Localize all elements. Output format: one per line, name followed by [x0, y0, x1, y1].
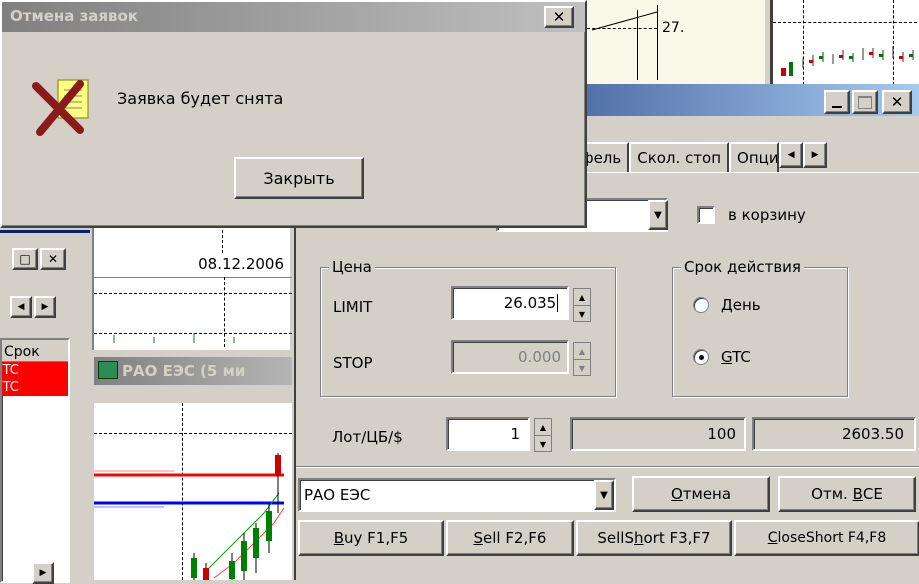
tab-trailing-stop[interactable]: Скол. стоп — [629, 142, 730, 172]
buy-button[interactable]: Buy F1,F5 — [298, 520, 444, 556]
chevron-down-icon: ▼ — [600, 489, 608, 501]
chart-titlebar[interactable]: РАО ЕЭС (5 ми — [94, 357, 292, 385]
close-icon: ✕ — [47, 252, 59, 266]
close-button[interactable]: ✕ — [882, 90, 912, 114]
total-field: 2603.50 — [752, 417, 916, 451]
tab-scroll-right[interactable]: ▶ — [803, 142, 828, 168]
basket-checkbox-label: в корзину — [728, 206, 806, 224]
radio-gtc-label: GTC — [721, 348, 751, 366]
stop-price-spinner[interactable]: ▲ ▼ — [573, 342, 591, 376]
background-chart-top: 27. — [585, 0, 765, 85]
spin-down-icon[interactable]: ▼ — [574, 306, 590, 322]
stop-label: STOP — [333, 354, 373, 372]
date-label: 08.12.2006 — [198, 255, 284, 273]
maximize-icon — [858, 95, 872, 109]
lot-spinner[interactable]: ▲ ▼ — [534, 418, 552, 452]
instrument-combo[interactable]: РАО ЕЭС — [298, 478, 616, 512]
dialog-close-action[interactable]: Закрыть — [234, 157, 364, 199]
sell-button[interactable]: Sell F2,F6 — [446, 520, 574, 556]
scroll-right-button[interactable]: ▶ — [34, 296, 56, 318]
cancel-document-icon — [32, 79, 89, 136]
validity-group-legend: Срок действия — [681, 258, 804, 276]
price-group-legend: Цена — [329, 258, 375, 276]
spin-up-icon[interactable]: ▲ — [574, 289, 590, 306]
restore-icon: □ — [19, 252, 31, 266]
close-button-left[interactable]: ✕ — [40, 248, 66, 270]
price-label: 27. — [662, 20, 685, 36]
lot-label: Лот/ЦБ/$ — [332, 428, 403, 446]
scroll-left-button[interactable]: ◀ — [10, 296, 32, 318]
radio-gtc[interactable]: GTC — [693, 348, 751, 366]
sell-short-button[interactable]: SellShort F3,F7 — [576, 520, 732, 556]
account-combo-dropdown[interactable]: ▼ — [648, 200, 668, 230]
radio-day-label: День — [721, 296, 761, 314]
cancel-button[interactable]: Отмена — [632, 476, 770, 512]
price-group: Цена LIMIT 26.035 ▲ ▼ STOP 0.000 ▲ ▼ — [320, 258, 616, 397]
dialog-title: Отмена заявок — [10, 7, 139, 25]
radio-gtc-circle — [693, 349, 709, 365]
close-short-button[interactable]: CloseShort F4,F8 — [734, 520, 919, 556]
arrow-left-icon: ◀ — [787, 150, 795, 160]
limit-price-spinner[interactable]: ▲ ▼ — [573, 288, 591, 322]
dialog-message: Заявка будет снята — [117, 89, 284, 108]
minimize-icon — [832, 106, 842, 108]
left-panel-frame: □ ✕ ◀ ▶ Срок GTC GTC ▶ — [0, 220, 90, 584]
chevron-down-icon: ▼ — [654, 209, 662, 221]
arrow-right-icon: ▶ — [41, 302, 49, 312]
candlestick-chart — [94, 453, 285, 580]
basket-checkbox[interactable] — [697, 206, 715, 224]
close-icon: ✕ — [890, 93, 904, 111]
dialog-close-button[interactable]: ✕ — [544, 6, 574, 28]
stop-price-input[interactable]: 0.000 — [451, 340, 569, 374]
volume-bars — [113, 333, 235, 343]
radio-day[interactable]: День — [693, 296, 761, 314]
date-chart-strip: 08.12.2006 — [92, 225, 292, 350]
validity-group: Срок действия День GTC — [672, 258, 848, 397]
chart-window: РАО ЕЭС (5 ми — [92, 355, 294, 580]
cancel-orders-dialog: Отмена заявок ✕ Заявка будет снята Закры… — [0, 0, 587, 228]
dialog-titlebar[interactable]: Отмена заявок ✕ — [2, 2, 585, 32]
minimize-button[interactable] — [824, 90, 850, 114]
tab-options[interactable]: Опци — [729, 142, 780, 172]
tab-scroll-left[interactable]: ◀ — [779, 142, 804, 168]
chart-title: РАО ЕЭС (5 ми — [122, 362, 246, 380]
spin-down-icon[interactable]: ▼ — [574, 360, 590, 376]
arrow-left-icon: ◀ — [17, 302, 25, 312]
arrow-right-icon: ▶ — [39, 568, 47, 578]
instrument-dropdown[interactable]: ▼ — [594, 480, 614, 510]
lot-input[interactable]: 1 — [446, 417, 530, 451]
spin-up-icon[interactable]: ▲ — [535, 419, 551, 436]
chart-app-icon — [98, 361, 118, 379]
limit-label: LIMIT — [333, 298, 373, 316]
lot-size-field: 100 — [570, 417, 746, 451]
spin-up-icon[interactable]: ▲ — [574, 343, 590, 360]
spin-down-icon[interactable]: ▼ — [535, 436, 551, 452]
scroll-right-button-bottom[interactable]: ▶ — [32, 562, 54, 584]
close-icon: ✕ — [552, 8, 566, 26]
arrow-right-icon: ▶ — [811, 150, 819, 160]
orders-list[interactable]: Срок GTC GTC — [0, 338, 70, 583]
cancel-all-button[interactable]: Отм. ВСЕ — [778, 476, 916, 512]
limit-price-input[interactable]: 26.035 — [451, 286, 569, 320]
background-chart-right — [770, 0, 919, 85]
price-chart — [94, 403, 292, 580]
radio-day-circle — [693, 297, 709, 313]
list-item[interactable]: GTC — [2, 379, 68, 396]
candles-mini — [781, 46, 914, 76]
maximize-button[interactable] — [852, 90, 878, 114]
list-item[interactable]: GTC — [2, 362, 68, 379]
trend-line — [591, 11, 658, 31]
restore-button[interactable]: □ — [12, 248, 38, 270]
column-header: Срок — [2, 340, 68, 362]
